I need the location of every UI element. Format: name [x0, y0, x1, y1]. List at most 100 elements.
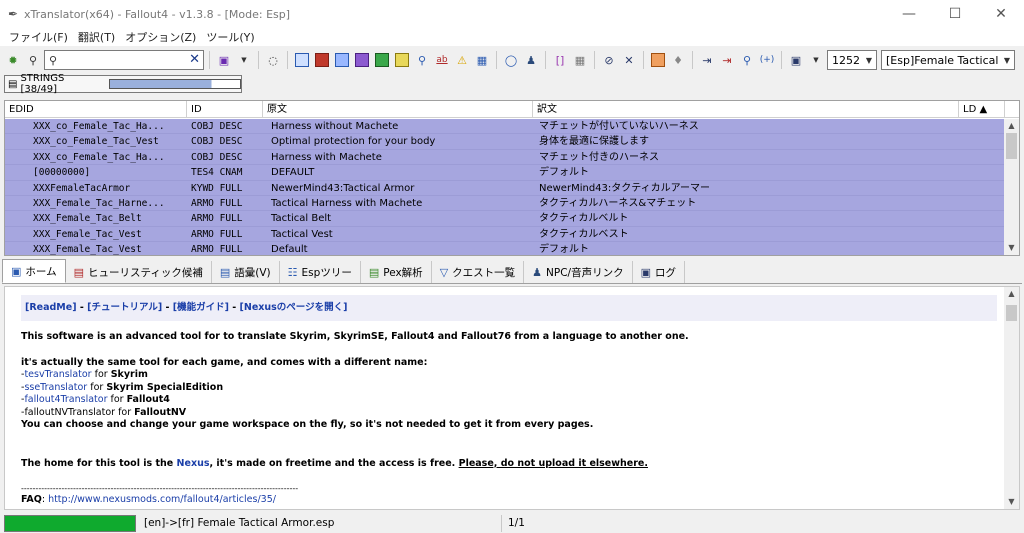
cell-edid: XXX_Female_Tac_Vest: [33, 244, 142, 256]
target-icon[interactable]: ◌: [264, 51, 282, 69]
tab-heuristic[interactable]: ▤ ヒューリスティック候補: [66, 261, 212, 283]
brackets-icon[interactable]: []: [551, 51, 569, 69]
tab-esp-tree[interactable]: ☷ Espツリー: [280, 261, 361, 283]
maximize-button[interactable]: ☐: [932, 0, 978, 28]
speech-bubble-icon[interactable]: ◯: [502, 51, 520, 69]
column-edid[interactable]: EDID: [5, 101, 187, 117]
warning-icon[interactable]: ⚠: [453, 51, 471, 69]
scroll-up-icon[interactable]: ▲: [1004, 119, 1019, 133]
find-icon[interactable]: ⚲: [413, 51, 431, 69]
list-orange-icon[interactable]: [649, 51, 667, 69]
list-blue2-icon[interactable]: [333, 51, 351, 69]
grid-header: EDID ID 原文 訳文 LD ▲: [5, 101, 1019, 118]
chevron-down-icon[interactable]: ▼: [807, 51, 825, 69]
tab-home[interactable]: ▣ ホーム: [2, 259, 66, 283]
table-icon[interactable]: ▦: [473, 51, 491, 69]
cell-id: ARMO FULL: [191, 197, 243, 209]
list-purple-icon[interactable]: [353, 51, 371, 69]
list-green-icon[interactable]: [373, 51, 391, 69]
menu-tools[interactable]: ツール(Y): [201, 29, 259, 45]
content-scrollbar[interactable]: ▲ ▼: [1004, 287, 1019, 509]
scroll-down-icon[interactable]: ▼: [1004, 241, 1019, 255]
window-controls: — ☐ ✕: [886, 0, 1024, 28]
tab-npc[interactable]: ♟ NPC/音声リンク: [524, 261, 633, 283]
dash-divider: ----------------------------------------…: [21, 484, 299, 493]
tab-pex[interactable]: ▤ Pex解析: [361, 261, 432, 283]
tool-line: -falloutNVTranslator for FalloutNV: [21, 407, 997, 420]
export-icon[interactable]: ⇥: [698, 51, 716, 69]
window-icon[interactable]: ▣: [787, 51, 805, 69]
table-row[interactable]: XXX_co_Female_Tac_Vest COBJ DESC Optimal…: [5, 134, 1005, 150]
table-row[interactable]: XXX_Female_Tac_Harne... ARMO FULL Tactic…: [5, 195, 1005, 212]
column-id[interactable]: ID: [187, 101, 263, 117]
cross-icon[interactable]: ✕: [620, 51, 638, 69]
list-blue-icon[interactable]: [293, 51, 311, 69]
tab-label: ヒューリスティック候補: [88, 266, 203, 279]
table-row[interactable]: XXX_co_Female_Tac_Ha... COBJ DESC Harnes…: [5, 149, 1005, 166]
gear-green-icon[interactable]: ✹: [4, 51, 22, 69]
strings-selector[interactable]: ▤ STRINGS [38/49]: [4, 73, 242, 95]
table-row[interactable]: XXX_co_Female_Tac_Ha... COBJ DESC Harnes…: [5, 119, 1005, 135]
user-search-icon[interactable]: ⚲: [738, 51, 756, 69]
column-dest[interactable]: 訳文: [533, 101, 959, 117]
column-ld[interactable]: LD ▲: [959, 101, 1005, 117]
tesv-link[interactable]: tesvTranslator: [24, 369, 91, 380]
grid-scrollbar[interactable]: ▲ ▼: [1004, 119, 1019, 255]
tutorial-link[interactable]: [チュートリアル]: [87, 302, 162, 313]
status-bar: [en]->[fr] Female Tactical Armor.esp 1/1: [4, 514, 1020, 532]
bulb-icon[interactable]: ♦: [669, 51, 687, 69]
readme-link[interactable]: [ReadMe]: [25, 302, 77, 313]
bottom-tab-bar: ▣ ホーム ▤ ヒューリスティック候補 ▤ 語彙(V) ☷ Espツリー ▤ P…: [2, 259, 1022, 284]
cell-edid: XXX_Female_Tac_Belt: [33, 213, 142, 225]
esp-file-select[interactable]: [Esp]Female Tactical Armo ▼: [881, 50, 1015, 70]
list-red-icon[interactable]: [313, 51, 331, 69]
scroll-thumb[interactable]: [1006, 133, 1017, 159]
toolbar-separator: [287, 51, 288, 69]
nexus-link[interactable]: Nexus: [177, 458, 210, 469]
tab-log[interactable]: ▣ ログ: [633, 261, 685, 283]
scroll-thumb[interactable]: [1006, 305, 1017, 321]
filter-dropdown-icon[interactable]: ▣: [215, 51, 233, 69]
table-row[interactable]: XXX_Female_Tac_Vest ARMO FULL Default デフ…: [5, 242, 1005, 256]
fallout4-link[interactable]: fallout4Translator: [24, 394, 107, 405]
search-options-icon[interactable]: ⚲: [24, 51, 42, 69]
table-row[interactable]: [00000000] TES4 CNAM DEFAULT デフォルト: [5, 165, 1005, 181]
home-panel: [ReadMe] - [チュートリアル] - [機能ガイド] - [Nexusの…: [4, 286, 1020, 510]
tab-vocab[interactable]: ▤ 語彙(V): [212, 261, 280, 283]
minimize-button[interactable]: —: [886, 0, 932, 28]
status-progress-bar: [4, 514, 136, 532]
codepage-select[interactable]: 1252 ▼: [827, 50, 877, 70]
faq-link[interactable]: http://www.nexusmods.com/fallout4/articl…: [48, 494, 276, 505]
sse-link[interactable]: sseTranslator: [24, 382, 87, 393]
plus-minus-icon[interactable]: (+): [758, 51, 776, 69]
column-source[interactable]: 原文: [263, 101, 533, 117]
nexus-page-link[interactable]: [Nexusのページを開く]: [240, 302, 348, 313]
strings-progress-bar: [108, 79, 241, 89]
table-row[interactable]: XXXFemaleTacArmor KYWD FULL NewerMind43:…: [5, 180, 1005, 196]
menu-translate[interactable]: 翻訳(T): [73, 29, 120, 45]
chevron-down-icon[interactable]: ▼: [235, 51, 253, 69]
home-text-a: The home for this tool is the: [21, 457, 177, 469]
guide-link[interactable]: [機能ガイド]: [173, 302, 229, 313]
search-input[interactable]: [61, 52, 179, 68]
menu-file[interactable]: ファイル(F): [4, 29, 73, 45]
grid-icon[interactable]: ▦: [571, 51, 589, 69]
scroll-up-icon[interactable]: ▲: [1004, 287, 1019, 301]
close-button[interactable]: ✕: [978, 0, 1024, 28]
cell-source: Harness with Machete: [271, 151, 382, 163]
tool-for: for: [107, 394, 127, 405]
tab-quests[interactable]: ▽ クエスト一覧: [432, 261, 525, 283]
clear-search-icon[interactable]: ✕: [189, 52, 200, 67]
menu-options[interactable]: オプション(Z): [120, 29, 201, 45]
no-entry-icon[interactable]: ⊘: [600, 51, 618, 69]
scroll-down-icon[interactable]: ▼: [1004, 495, 1019, 509]
tool-game: Skyrim SpecialEdition: [106, 381, 224, 393]
person-icon[interactable]: ♟: [522, 51, 540, 69]
export-red-icon[interactable]: ⇥: [718, 51, 736, 69]
table-row[interactable]: XXX_Female_Tac_Belt ARMO FULL Tactical B…: [5, 211, 1005, 227]
cell-dest: NewerMind43:タクティカルアーマー: [539, 182, 711, 194]
intro-text: This software is an advanced tool for to…: [21, 331, 689, 342]
spellcheck-icon[interactable]: ab: [433, 51, 451, 69]
list-yellow-icon[interactable]: [393, 51, 411, 69]
table-row[interactable]: XXX_Female_Tac_Vest ARMO FULL Tactical V…: [5, 226, 1005, 243]
